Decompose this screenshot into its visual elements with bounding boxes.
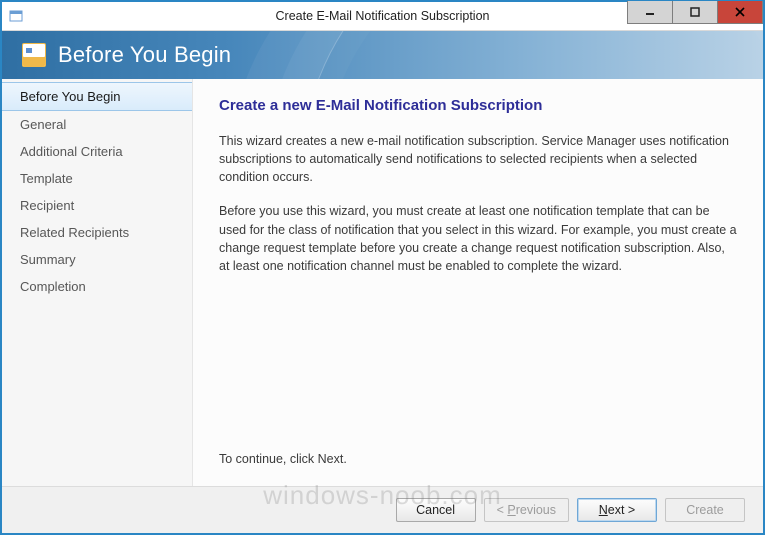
step-completion[interactable]: Completion xyxy=(2,273,192,300)
title-bar: Create E-Mail Notification Subscription xyxy=(2,2,763,31)
window-controls xyxy=(627,2,763,30)
banner-heading: Before You Begin xyxy=(58,42,231,68)
intro-paragraph-2: Before you use this wizard, you must cre… xyxy=(219,202,737,275)
intro-paragraph-1: This wizard creates a new e-mail notific… xyxy=(219,132,737,186)
page-title: Create a new E-Mail Notification Subscri… xyxy=(219,97,737,114)
wizard-content: Create a new E-Mail Notification Subscri… xyxy=(193,79,763,486)
continue-hint: To continue, click Next. xyxy=(219,452,737,466)
step-related-recipients[interactable]: Related Recipients xyxy=(2,219,192,246)
wizard-body: Before You Begin General Additional Crit… xyxy=(2,79,763,486)
app-icon xyxy=(8,8,24,24)
close-button[interactable] xyxy=(718,1,763,24)
maximize-button[interactable] xyxy=(673,1,718,24)
step-additional-criteria[interactable]: Additional Criteria xyxy=(2,138,192,165)
wizard-window: Create E-Mail Notification Subscription … xyxy=(0,0,765,535)
minimize-button[interactable] xyxy=(627,1,673,24)
step-summary[interactable]: Summary xyxy=(2,246,192,273)
create-button: Create xyxy=(665,498,745,522)
previous-button: < Previous xyxy=(484,498,569,522)
step-before-you-begin[interactable]: Before You Begin xyxy=(2,82,192,111)
step-general[interactable]: General xyxy=(2,111,192,138)
step-recipient[interactable]: Recipient xyxy=(2,192,192,219)
next-button[interactable]: Next > xyxy=(577,498,657,522)
mail-icon xyxy=(22,43,46,67)
step-template[interactable]: Template xyxy=(2,165,192,192)
wizard-footer: Cancel < Previous Next > Create xyxy=(2,486,763,533)
wizard-steps-sidebar: Before You Begin General Additional Crit… xyxy=(2,79,193,486)
wizard-banner: Before You Begin xyxy=(2,31,763,79)
cancel-button[interactable]: Cancel xyxy=(396,498,476,522)
